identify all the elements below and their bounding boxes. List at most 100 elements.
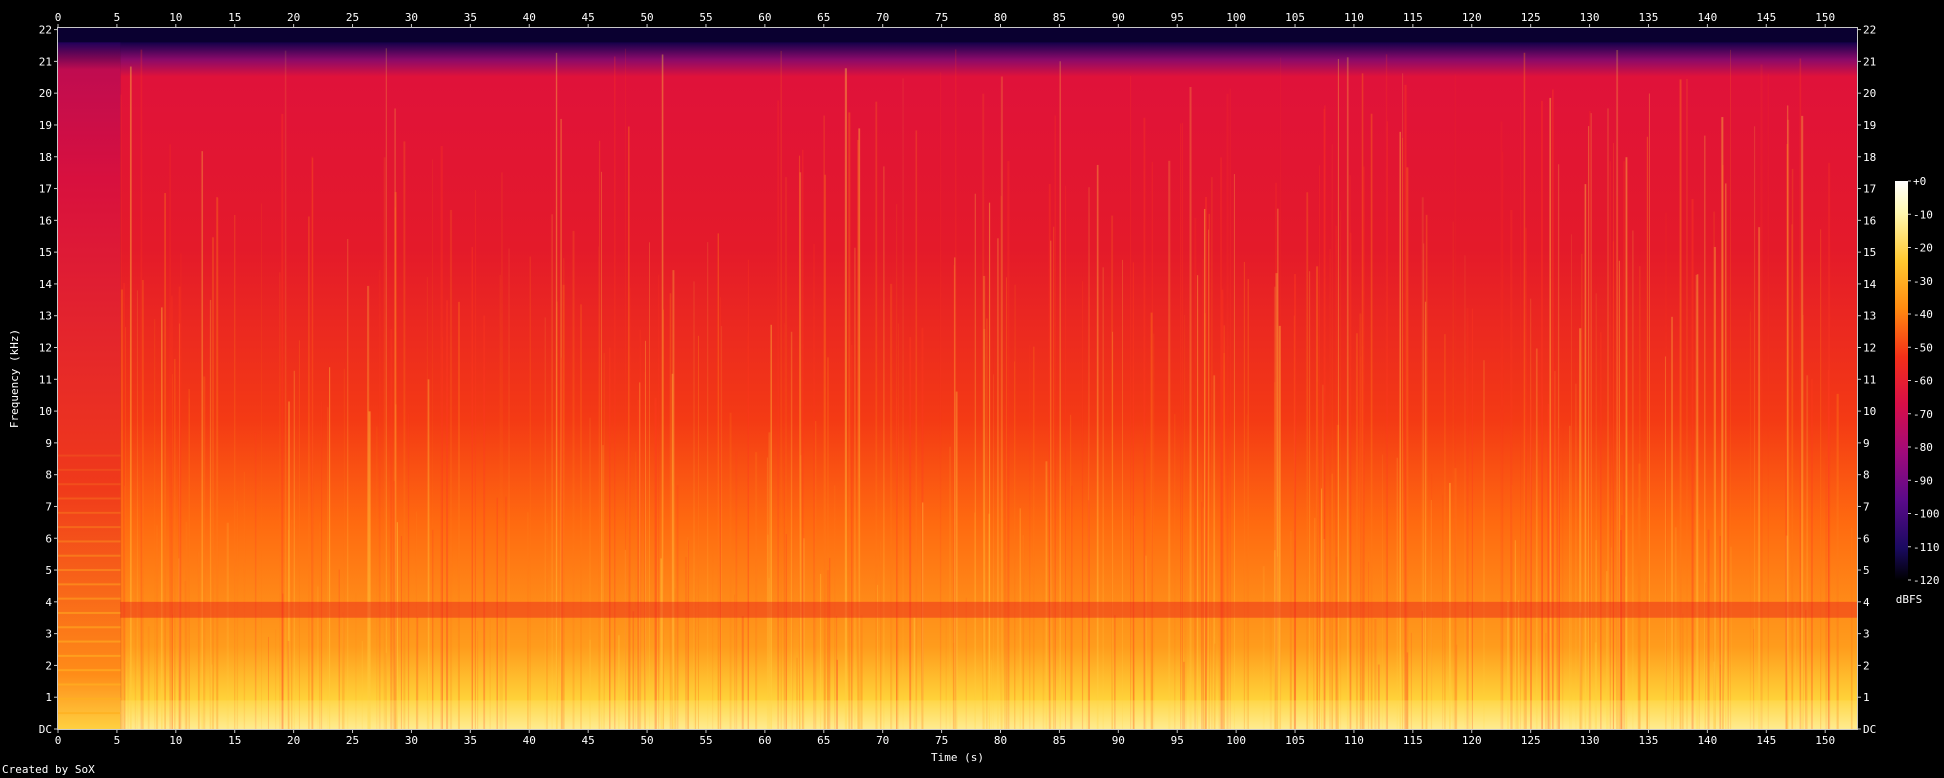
spectral-streak xyxy=(390,328,393,729)
spectral-streak xyxy=(1404,84,1407,729)
spectral-streak xyxy=(1053,226,1055,729)
x-tick-label-bottom: 70 xyxy=(876,734,889,747)
x-tick-label-bottom: 10 xyxy=(169,734,182,747)
spectral-streak xyxy=(426,277,428,729)
spectral-streak xyxy=(321,401,323,729)
colorbar: +0 -10 -20 -30 -40 -50 -60 -70 -80 -90 -100 -110 -12… xyxy=(1895,175,1940,587)
colorbar-tick-label: -20 xyxy=(1913,242,1933,255)
spectral-streak xyxy=(783,322,785,729)
spectral-streak xyxy=(1401,137,1404,729)
x-axis-title: Time (s) xyxy=(931,751,984,764)
y-tick-label-right: 7 xyxy=(1863,500,1870,513)
spectral-streak xyxy=(308,216,310,729)
x-tick-label-bottom: 0 xyxy=(55,734,62,747)
x-tick-label-top: 70 xyxy=(876,11,889,24)
spectral-streak xyxy=(1289,530,1292,729)
spectral-streak xyxy=(234,214,236,729)
y-axis-right: DC12345678910111213141516171819202122 xyxy=(1857,24,1877,736)
spectral-streak xyxy=(1664,356,1666,729)
spectral-streak xyxy=(1588,126,1590,729)
spectral-streak xyxy=(1452,221,1454,729)
spectral-streak xyxy=(1471,308,1473,729)
spectral-streak xyxy=(169,144,171,729)
spectral-streak xyxy=(844,68,847,729)
y-tick-label-right: 10 xyxy=(1863,405,1876,418)
spectral-streak xyxy=(1132,262,1134,729)
spectral-streak xyxy=(1698,513,1700,729)
y-tick-label-right: 15 xyxy=(1863,246,1876,259)
spectral-streak xyxy=(1223,325,1225,729)
spectral-streak xyxy=(209,299,212,729)
spectral-streak xyxy=(993,374,994,729)
spectral-streak xyxy=(1671,316,1673,729)
spectral-streak xyxy=(154,319,156,729)
spectral-streak xyxy=(1233,174,1235,729)
spectral-streak xyxy=(1089,296,1090,729)
x-tick-label-bottom: 145 xyxy=(1756,734,1776,747)
x-tick-label-top: 145 xyxy=(1756,11,1776,24)
x-axis-top: 0 5 10 15 20 25 30 35 40 45 50 55 60 65 70 75 80 85 90 95 10… xyxy=(55,11,1835,28)
spectral-streak xyxy=(602,445,604,729)
spectral-streak xyxy=(1050,240,1052,729)
spectral-streak xyxy=(654,397,657,729)
spectral-streak xyxy=(216,197,219,729)
spectral-streak xyxy=(1510,209,1513,729)
colorbar-tick-label: -80 xyxy=(1913,441,1933,454)
spectral-streak xyxy=(697,335,699,729)
x-tick-label-bottom: 60 xyxy=(758,734,771,747)
spectral-streak xyxy=(178,286,181,729)
y-tick-label-left: 11 xyxy=(39,373,52,386)
spectral-streak xyxy=(598,140,601,729)
x-tick-label-top: 100 xyxy=(1226,11,1246,24)
spectral-streak xyxy=(1589,110,1591,729)
spectral-streak xyxy=(1767,73,1769,729)
spectral-streak xyxy=(508,248,510,729)
spectral-streak xyxy=(1421,197,1424,729)
x-tick-label-bottom: 125 xyxy=(1521,734,1541,747)
spectral-streak xyxy=(1791,224,1793,729)
spectral-streak xyxy=(1006,277,1007,729)
y-tick-label-right: 5 xyxy=(1863,564,1870,577)
spectral-streak xyxy=(1623,161,1625,729)
spectral-streak xyxy=(1730,49,1731,729)
spectral-streak xyxy=(1226,93,1229,729)
spectral-streak xyxy=(1150,312,1153,729)
spectral-streak xyxy=(563,258,565,729)
y-axis-left: DC12345678910111213141516171819202122 xyxy=(39,24,58,736)
colorbar-tick-label: +0 xyxy=(1913,175,1926,188)
spectral-streak xyxy=(1836,393,1839,729)
spectral-streak xyxy=(915,130,918,729)
spectral-streak xyxy=(1530,399,1532,729)
y-tick-label-left: 3 xyxy=(45,628,52,641)
spectral-streak xyxy=(1523,52,1526,729)
y-tick-label-left: 22 xyxy=(39,24,52,37)
colorbar-gradient xyxy=(1895,181,1908,580)
colorbar-tick-label: -100 xyxy=(1913,508,1940,521)
spectral-streak xyxy=(1152,333,1155,729)
spectral-streak xyxy=(1399,131,1402,729)
spectral-streak xyxy=(1551,89,1554,729)
spectral-streak xyxy=(747,332,749,729)
colorbar-tick-label: -70 xyxy=(1913,408,1933,421)
x-tick-label-top: 45 xyxy=(582,11,595,24)
x-tick-label-bottom: 110 xyxy=(1344,734,1364,747)
y-tick-label-left: 5 xyxy=(45,564,52,577)
spectral-streak xyxy=(1243,261,1246,729)
spectral-streak xyxy=(1502,151,1504,729)
intro-harmonic xyxy=(58,483,121,486)
spectral-streak xyxy=(580,304,582,729)
y-tick-label-left: 16 xyxy=(39,214,52,227)
spectral-streak xyxy=(902,78,904,729)
spectral-streak xyxy=(1194,218,1197,729)
spectral-streak xyxy=(657,274,660,729)
x-tick-label-top: 60 xyxy=(758,11,771,24)
spectral-streak xyxy=(589,417,591,729)
spectral-streak xyxy=(857,139,860,729)
spectral-streak xyxy=(279,272,281,729)
intro-harmonic xyxy=(58,497,121,500)
spectral-streak xyxy=(226,522,229,729)
x-tick-label-top: 120 xyxy=(1462,11,1482,24)
spectral-streak xyxy=(1541,100,1543,729)
spectral-streak xyxy=(572,230,575,729)
spectral-streak xyxy=(735,451,738,729)
